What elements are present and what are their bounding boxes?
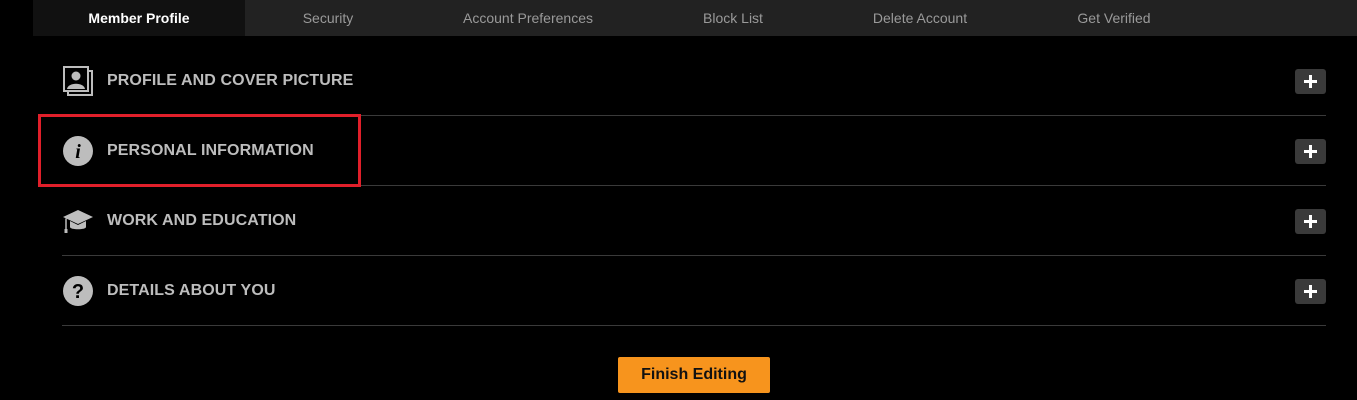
profile-picture-icon [62,65,94,97]
tab-member-profile[interactable]: Member Profile [33,0,245,36]
tab-delete-account[interactable]: Delete Account [860,0,980,36]
section-work-and-education[interactable]: WORK AND EDUCATION [62,186,1326,256]
plus-icon[interactable] [1295,68,1326,94]
section-label: PERSONAL INFORMATION [107,141,314,159]
tab-get-verified[interactable]: Get Verified [1064,0,1164,36]
graduation-cap-icon [62,205,94,237]
svg-text:i: i [75,141,81,163]
info-icon: i [62,135,94,167]
section-label: DETAILS ABOUT YOU [107,281,276,299]
tab-block-list[interactable]: Block List [688,0,778,36]
tab-bar: Member Profile Security Account Preferen… [33,0,1357,36]
finish-editing-button[interactable]: Finish Editing [618,357,770,393]
section-label: WORK AND EDUCATION [107,211,297,229]
section-details-about-you[interactable]: ? DETAILS ABOUT YOU [62,256,1326,326]
tab-security[interactable]: Security [278,0,378,36]
plus-icon[interactable] [1295,208,1326,234]
section-label: PROFILE AND COVER PICTURE [107,71,354,89]
section-profile-and-cover-picture[interactable]: PROFILE AND COVER PICTURE [62,46,1326,116]
tab-account-preferences[interactable]: Account Preferences [448,0,608,36]
plus-icon[interactable] [1295,278,1326,304]
svg-text:?: ? [72,281,84,303]
question-icon: ? [62,275,94,307]
plus-icon[interactable] [1295,138,1326,164]
section-personal-information[interactable]: i PERSONAL INFORMATION [62,116,1326,186]
